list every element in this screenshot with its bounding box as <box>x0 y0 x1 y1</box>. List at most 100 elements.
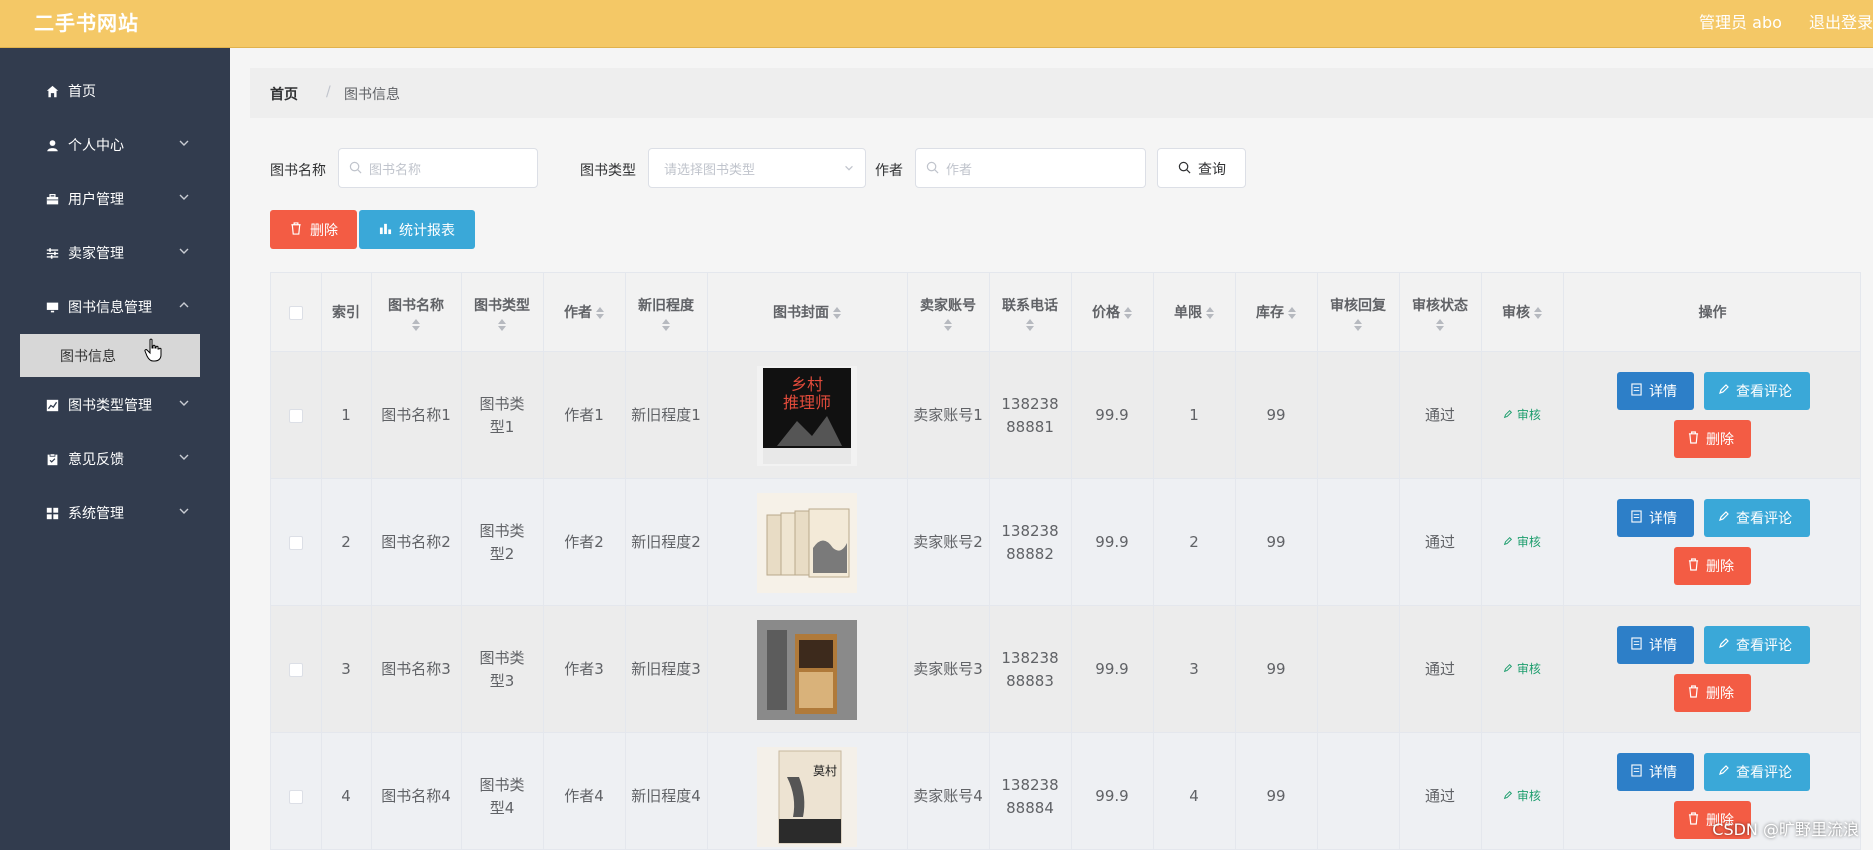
detail-button[interactable]: 详情 <box>1617 499 1694 537</box>
col-index[interactable]: 索引 <box>321 273 371 352</box>
table-row: 3 图书名称3 图书类型3 作者3 新旧程度3 卖家账号3 1382388888… <box>271 606 1860 733</box>
detail-button[interactable]: 详情 <box>1617 626 1694 664</box>
col-cover[interactable]: 图书封面 <box>707 273 907 352</box>
sort-icon[interactable] <box>1354 318 1362 331</box>
hand-cursor-icon <box>144 338 162 362</box>
sort-icon[interactable] <box>1436 318 1444 331</box>
sort-icon[interactable] <box>1534 306 1542 319</box>
sidebar-item-home[interactable]: 首页 <box>0 64 230 118</box>
sort-icon[interactable] <box>944 318 952 331</box>
col-price[interactable]: 价格 <box>1071 273 1153 352</box>
batch-delete-label: 删除 <box>310 223 338 239</box>
row-checkbox[interactable] <box>289 662 303 677</box>
col-audit[interactable]: 审核 <box>1481 273 1563 352</box>
cell-condition: 新旧程度4 <box>631 787 701 805</box>
detail-button[interactable]: 详情 <box>1617 372 1694 410</box>
book-type-select[interactable]: 请选择图书类型 <box>648 148 866 188</box>
query-button[interactable]: 查询 <box>1157 148 1246 188</box>
sidebar-item-user-management[interactable]: 用户管理 <box>0 172 230 226</box>
edit-icon <box>1719 511 1729 521</box>
audit-link[interactable]: 审核 <box>1503 531 1541 554</box>
sidebar-item-book-info-management[interactable]: 图书信息管理 <box>0 280 230 334</box>
select-all-checkbox[interactable] <box>289 305 303 320</box>
row-delete-button[interactable]: 删除 <box>1674 420 1751 458</box>
view-comments-label: 查看评论 <box>1736 511 1792 527</box>
stats-report-label: 统计报表 <box>399 223 455 239</box>
watermark: CSDN @旷野里流浪 <box>1712 820 1859 839</box>
row-delete-label: 删除 <box>1706 432 1734 448</box>
cell-phone: 13823888884 <box>1001 775 1059 817</box>
audit-link[interactable]: 审核 <box>1503 404 1541 427</box>
cell-index: 3 <box>341 660 351 678</box>
sort-icon[interactable] <box>833 306 841 319</box>
sort-icon[interactable] <box>498 318 506 331</box>
sort-icon[interactable] <box>1124 306 1132 319</box>
row-checkbox[interactable] <box>289 789 303 804</box>
logout-link[interactable]: 退出登录 <box>1809 13 1873 32</box>
sidebar-item-system-management[interactable]: 系统管理 <box>0 486 230 540</box>
col-audit-status[interactable]: 审核状态 <box>1399 273 1481 352</box>
sort-icon[interactable] <box>1288 306 1296 319</box>
book-cover-image[interactable]: 乡村 推理师 <box>757 365 857 466</box>
sidebar-item-seller-management[interactable]: 卖家管理 <box>0 226 230 280</box>
author-input[interactable]: 作者 <box>915 148 1146 188</box>
col-audit-label: 审核 <box>1502 304 1530 321</box>
breadcrumb-home[interactable]: 首页 <box>270 84 298 104</box>
sidebar-item-label: 系统管理 <box>68 506 124 522</box>
sidebar-item-label: 图书类型管理 <box>68 398 152 414</box>
sort-icon[interactable] <box>596 306 604 319</box>
cell-audit-reply <box>1317 733 1399 849</box>
row-delete-button[interactable]: 删除 <box>1674 547 1751 585</box>
col-phone[interactable]: 联系电话 <box>989 273 1071 352</box>
sort-icon[interactable] <box>1206 306 1214 319</box>
chevron-down-icon <box>179 248 189 254</box>
view-comments-button[interactable]: 查看评论 <box>1704 499 1810 537</box>
user-icon <box>44 137 60 153</box>
sidebar-item-personal-center[interactable]: 个人中心 <box>0 118 230 172</box>
edit-icon <box>1503 536 1513 546</box>
col-book-name[interactable]: 图书名称 <box>371 273 461 352</box>
col-audit-reply[interactable]: 审核回复 <box>1317 273 1399 352</box>
sidebar-item-book-type-management[interactable]: 图书类型管理 <box>0 378 230 432</box>
sort-icon[interactable] <box>1026 318 1034 331</box>
detail-button[interactable]: 详情 <box>1617 753 1694 791</box>
col-phone-label: 联系电话 <box>1002 297 1058 314</box>
book-cover-image[interactable] <box>757 619 857 720</box>
audit-link[interactable]: 审核 <box>1503 785 1541 808</box>
view-comments-button[interactable]: 查看评论 <box>1704 372 1810 410</box>
book-name-input[interactable]: 图书名称 <box>338 148 538 188</box>
sidebar-item-feedback[interactable]: 意见反馈 <box>0 432 230 486</box>
column-divider <box>1399 273 1400 849</box>
col-seller[interactable]: 卖家账号 <box>907 273 989 352</box>
bar-chart-icon <box>379 223 392 235</box>
col-book-type[interactable]: 图书类型 <box>461 273 543 352</box>
audit-link[interactable]: 审核 <box>1503 658 1541 681</box>
row-checkbox[interactable] <box>289 535 303 550</box>
cell-seller: 卖家账号4 <box>913 787 983 805</box>
view-comments-button[interactable]: 查看评论 <box>1704 626 1810 664</box>
col-limit[interactable]: 单限 <box>1153 273 1235 352</box>
cell-stock: 99 <box>1266 787 1286 805</box>
sidebar-subitem-book-info[interactable]: 图书信息 <box>20 334 200 377</box>
column-divider <box>1317 273 1318 849</box>
view-comments-button[interactable]: 查看评论 <box>1704 753 1810 791</box>
col-author[interactable]: 作者 <box>543 273 625 352</box>
stats-report-button[interactable]: 统计报表 <box>359 210 475 249</box>
cell-seller: 卖家账号1 <box>913 406 983 424</box>
row-delete-button[interactable]: 删除 <box>1674 674 1751 712</box>
row-checkbox[interactable] <box>289 408 303 423</box>
cell-author: 作者2 <box>564 533 604 551</box>
col-stock[interactable]: 库存 <box>1235 273 1317 352</box>
book-cover-image[interactable] <box>757 492 857 593</box>
col-condition[interactable]: 新旧程度 <box>625 273 707 352</box>
batch-delete-button[interactable]: 删除 <box>270 210 357 249</box>
sort-icon[interactable] <box>662 318 670 331</box>
col-book-name-label: 图书名称 <box>388 297 444 314</box>
document-icon <box>1631 764 1642 777</box>
cell-stock: 99 <box>1266 406 1286 424</box>
book-type-label: 图书类型 <box>580 163 636 179</box>
book-cover-image[interactable]: 莫村 <box>757 746 857 847</box>
column-divider <box>543 273 544 849</box>
table-row: 4 图书名称4 图书类型4 作者4 新旧程度4 莫村 卖家账号4 1382388… <box>271 733 1860 849</box>
sort-icon[interactable] <box>412 318 420 331</box>
